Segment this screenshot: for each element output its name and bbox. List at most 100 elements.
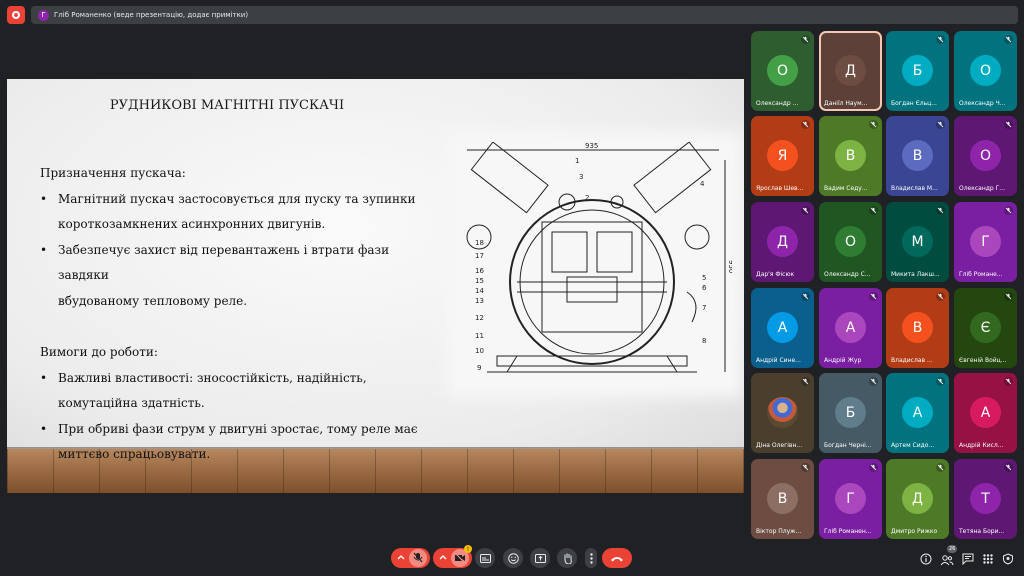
- diagram-label: 17: [475, 252, 484, 260]
- diagram-label: 11: [475, 332, 484, 340]
- avatar: В: [902, 312, 933, 343]
- camera-warning-badge: !: [464, 545, 472, 553]
- presenter-avatar: Г: [38, 9, 49, 21]
- diagram-label: 5: [702, 274, 707, 282]
- participant-tile[interactable]: Б Богдан Черні...: [819, 373, 882, 453]
- avatar: А: [902, 397, 933, 428]
- avatar: О: [970, 55, 1001, 86]
- raise-hand-button[interactable]: [557, 548, 577, 568]
- chevron-up-icon[interactable]: [438, 553, 448, 563]
- info-icon[interactable]: [920, 553, 932, 565]
- bullet-continuation: миттєво спрацьовувати.: [58, 447, 211, 461]
- mic-off-icon: [936, 463, 945, 472]
- dimension-label-height: 950: [727, 260, 732, 273]
- participant-name: Олександр ...: [756, 100, 799, 107]
- participant-name: Гліб Романен...: [824, 528, 872, 535]
- participant-tile[interactable]: Г Гліб Романе...: [954, 202, 1017, 282]
- people-button[interactable]: 26: [939, 545, 958, 566]
- more-options-button[interactable]: [585, 548, 597, 568]
- participant-tile[interactable]: О Олександр Ч...: [954, 31, 1017, 111]
- participant-tile[interactable]: А Артем Сидо...: [886, 373, 949, 453]
- mic-off-icon: [801, 292, 810, 301]
- diagram-label: 9: [477, 364, 482, 372]
- participant-tile[interactable]: В Вадим Седу...: [819, 116, 882, 196]
- avatar: Я: [767, 140, 798, 171]
- mic-off-button[interactable]: [409, 549, 427, 567]
- participant-name: Андрій Кисл...: [959, 442, 1004, 449]
- captions-icon: [479, 553, 491, 563]
- participant-tile[interactable]: В Владислав М...: [886, 116, 949, 196]
- participant-tile[interactable]: О Олександр С...: [819, 202, 882, 282]
- participant-tile[interactable]: А Андрій Кисл...: [954, 373, 1017, 453]
- participant-tile[interactable]: А Андрій Жур: [819, 288, 882, 368]
- participant-tile[interactable]: В Владислав ...: [886, 288, 949, 368]
- participant-tile[interactable]: В Віктор Плуж...: [751, 459, 814, 539]
- activities-icon[interactable]: [982, 553, 994, 565]
- recording-button[interactable]: [7, 6, 25, 24]
- participant-name: Олександр Ч...: [959, 100, 1006, 107]
- avatar: М: [902, 226, 933, 257]
- record-icon: [12, 11, 20, 19]
- participant-name: Даніїл Наум...: [824, 100, 868, 107]
- mic-off-icon: [1004, 35, 1013, 44]
- diagram-label: 8: [702, 337, 707, 345]
- participant-tile[interactable]: Д Дмитро Рижко: [886, 459, 949, 539]
- participant-tile[interactable]: Д Даніїл Наум...: [819, 31, 882, 111]
- mic-off-icon: [1004, 377, 1013, 386]
- participant-tile[interactable]: О Олександр Г...: [954, 116, 1017, 196]
- mic-off-icon: [869, 377, 878, 386]
- participant-name: Діна Олегівн...: [756, 442, 803, 449]
- mic-off-icon: [936, 377, 945, 386]
- present-button[interactable]: [530, 548, 550, 568]
- avatar: В: [835, 140, 866, 171]
- starter-schematic-diagram: 935 950 1 2 3 4 5 6 7 8 9 10 11 12 13 14…: [457, 142, 732, 387]
- participant-tile[interactable]: Г Гліб Романен...: [819, 459, 882, 539]
- participant-tile[interactable]: М Микита Лакш...: [886, 202, 949, 282]
- diagram-label: 10: [475, 347, 484, 355]
- participant-name: Богдан Черні...: [824, 442, 872, 449]
- mic-off-icon: [1004, 206, 1013, 215]
- bullet-item: При обриві фази струм у двигуні зростає,…: [40, 417, 430, 443]
- dimension-label-width: 935: [585, 142, 598, 150]
- avatar: Д: [767, 226, 798, 257]
- avatar: О: [970, 140, 1001, 171]
- avatar: В: [902, 140, 933, 171]
- participant-tile[interactable]: О Олександр ...: [751, 31, 814, 111]
- presenter-label: Гліб Романенко (веде презентацію, додає …: [54, 11, 249, 19]
- mic-off-icon: [1004, 463, 1013, 472]
- participant-name: Микита Лакш...: [891, 271, 940, 278]
- participant-tile[interactable]: Діна Олегівн...: [751, 373, 814, 453]
- diagram-label: 16: [475, 267, 484, 275]
- chat-icon[interactable]: [962, 553, 974, 565]
- avatar: Б: [902, 55, 933, 86]
- participant-name: Владислав М...: [891, 185, 938, 192]
- participant-tile[interactable]: А Андрій Сине...: [751, 288, 814, 368]
- raise-hand-icon: [564, 553, 572, 564]
- participant-tile[interactable]: Д Дар'я Фісюк: [751, 202, 814, 282]
- chevron-up-icon[interactable]: [396, 553, 406, 563]
- mic-off-icon: [801, 377, 810, 386]
- host-controls-icon[interactable]: [1002, 553, 1014, 565]
- presentation-banner: Г Гліб Романенко (веде презентацію, дода…: [31, 6, 1018, 24]
- mic-control-group[interactable]: [391, 548, 430, 568]
- participant-name: Віктор Плуж...: [756, 528, 802, 535]
- participant-tile[interactable]: Я Ярослав Шев...: [751, 116, 814, 196]
- mic-off-icon: [869, 292, 878, 301]
- avatar: А: [835, 312, 866, 343]
- reactions-button[interactable]: [503, 548, 523, 568]
- mic-off-icon: [869, 120, 878, 129]
- participant-name: Дмитро Рижко: [891, 528, 938, 535]
- diagram-label: 14: [475, 287, 484, 295]
- participant-tile[interactable]: Є Євгеній Войц...: [954, 288, 1017, 368]
- captions-button[interactable]: [475, 548, 495, 568]
- section-heading-requirements: Вимоги до роботи:: [40, 345, 158, 359]
- people-icon: [940, 555, 954, 566]
- leave-call-button[interactable]: [602, 548, 632, 568]
- participant-tile[interactable]: Б Богдан Єльц...: [886, 31, 949, 111]
- camera-control-group[interactable]: !: [433, 545, 472, 568]
- participant-tile[interactable]: Т Тетяна Бори...: [954, 459, 1017, 539]
- diagram-label: 7: [702, 304, 707, 312]
- mic-off-icon: [801, 120, 810, 129]
- participant-name: Ярослав Шев...: [756, 185, 804, 192]
- participant-name: Богдан Єльц...: [891, 100, 937, 107]
